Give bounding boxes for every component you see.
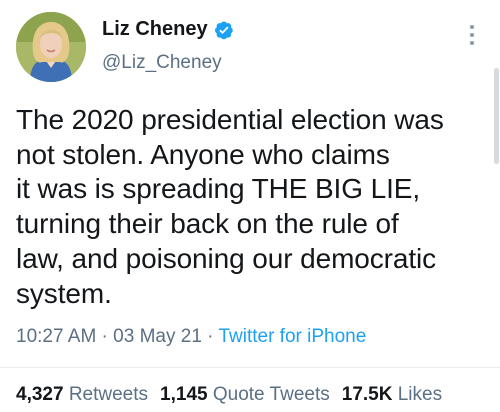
tweet-date[interactable]: 03 May 21	[113, 326, 202, 347]
likes-label: Likes	[397, 384, 443, 405]
tweet-source-link[interactable]: Twitter for iPhone	[218, 326, 366, 347]
tweet-time[interactable]: 10:27 AM	[16, 326, 96, 347]
meta-separator: ·	[96, 326, 114, 347]
avatar[interactable]	[16, 12, 86, 82]
scrollbar[interactable]	[494, 68, 499, 164]
likes-stat[interactable]: 17.5K Likes	[342, 384, 442, 406]
author-name-row[interactable]: Liz Cheney	[102, 18, 234, 41]
tweet-meta: 10:27 AM · 03 May 21 · Twitter for iPhon…	[16, 326, 366, 348]
retweets-stat[interactable]: 4,327 Retweets	[16, 384, 148, 406]
retweets-count: 4,327	[16, 384, 64, 405]
quote-tweets-label: Quote Tweets	[212, 384, 330, 405]
divider	[0, 367, 500, 368]
tweet-text: The 2020 presidential election was not s…	[16, 104, 444, 309]
quote-tweets-stat[interactable]: 1,145 Quote Tweets	[160, 384, 330, 406]
meta-separator: ·	[201, 326, 219, 347]
retweets-label: Retweets	[68, 384, 149, 405]
more-vertical-icon[interactable]	[462, 22, 482, 48]
likes-count: 17.5K	[341, 384, 393, 405]
tweet-stats: 4,327 Retweets 1,145 Quote Tweets 17.5K …	[16, 384, 442, 406]
verified-badge-icon	[214, 20, 234, 40]
author-handle[interactable]: @Liz_Cheney	[102, 52, 222, 74]
quote-tweets-count: 1,145	[160, 384, 208, 405]
profile-photo	[16, 12, 86, 82]
author-name[interactable]: Liz Cheney	[102, 18, 208, 41]
